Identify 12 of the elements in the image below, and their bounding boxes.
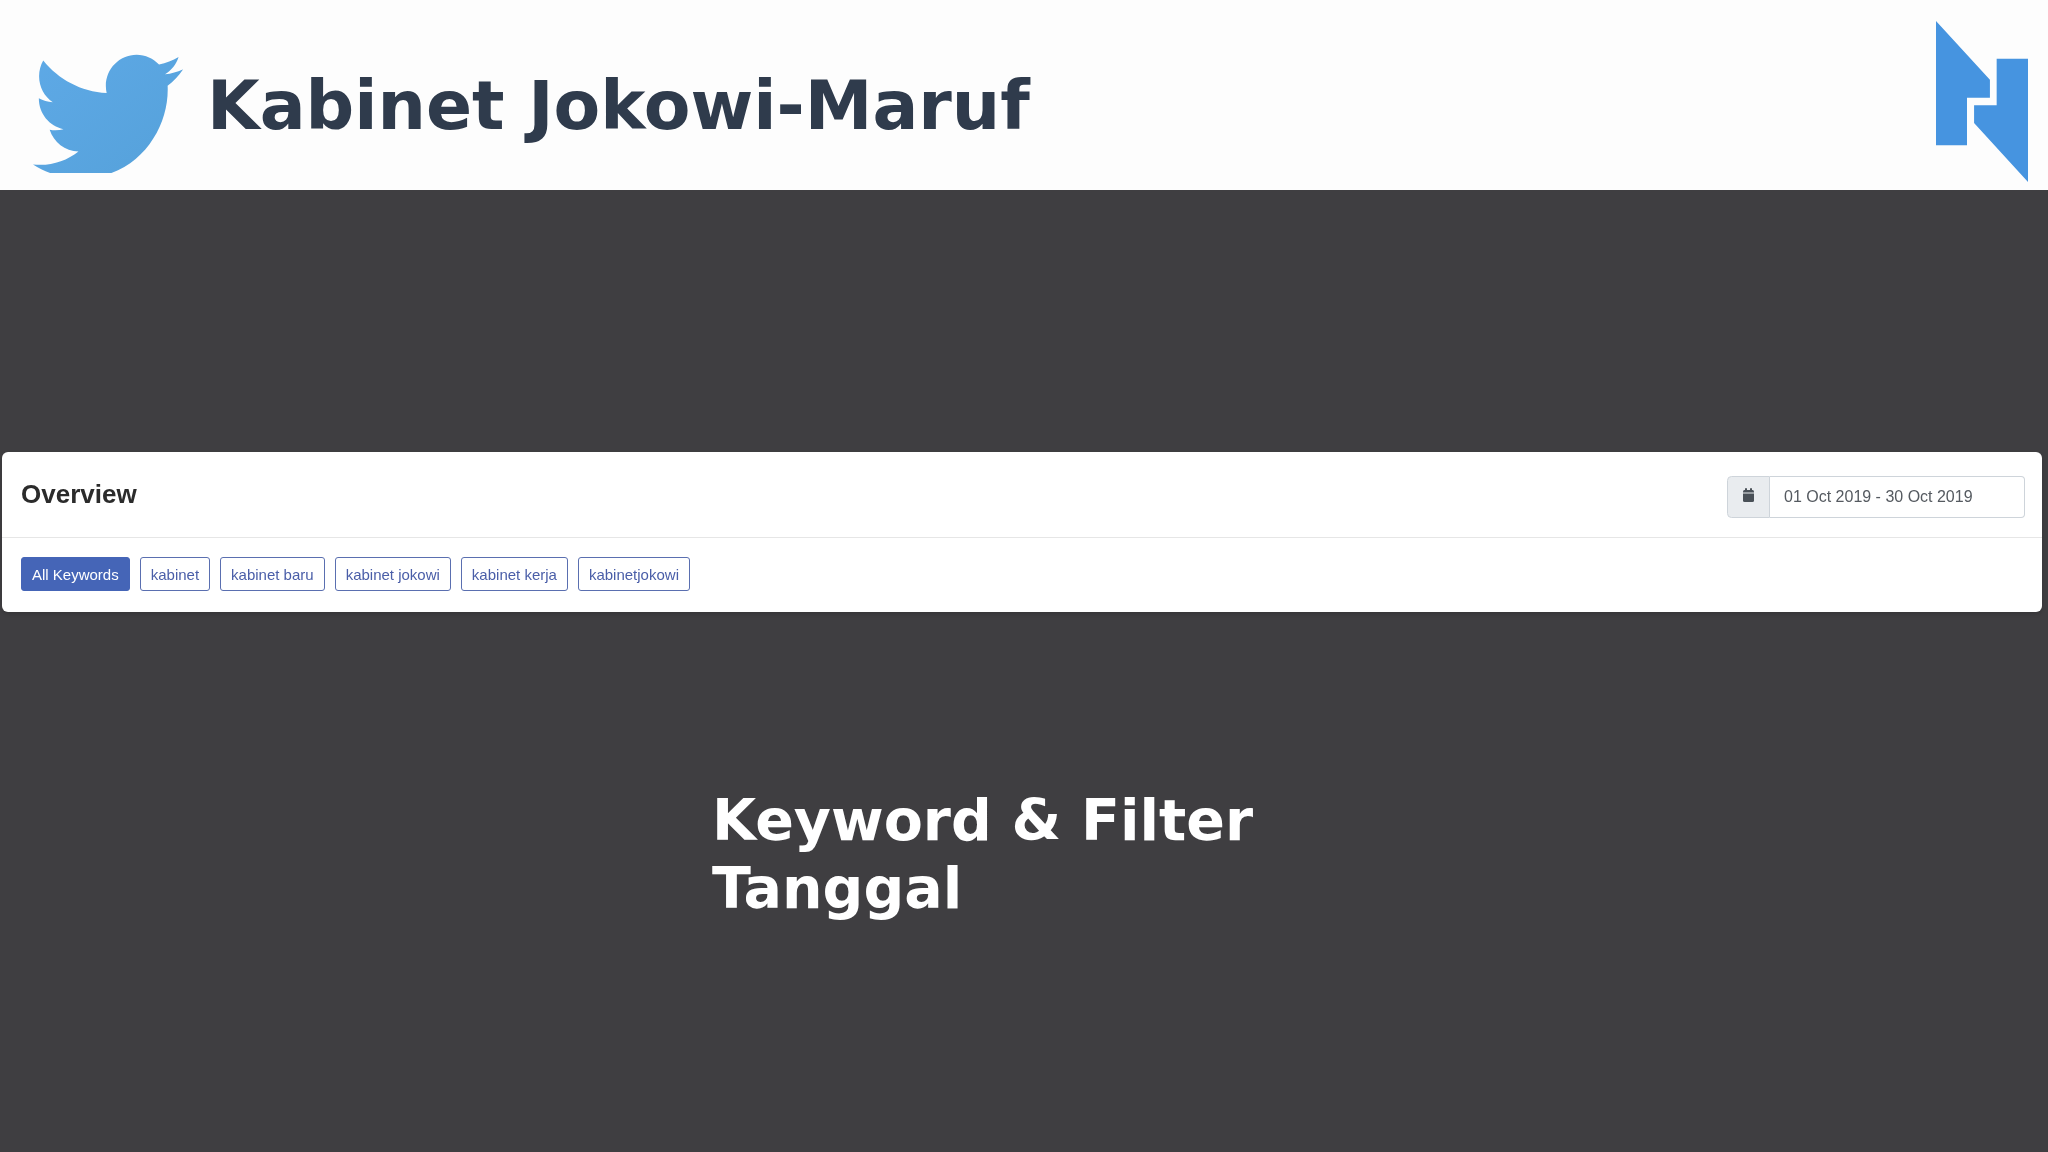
keyword-filter-button[interactable]: kabinet <box>139 557 211 591</box>
keyword-filter-button[interactable]: kabinet jokowi <box>334 557 451 591</box>
calendar-icon <box>1727 476 1770 518</box>
caption-text: Keyword & Filter Tanggal <box>712 786 1255 922</box>
page-title: Kabinet Jokowi-Maruf <box>207 66 1030 145</box>
overview-title: Overview <box>21 479 137 510</box>
letter-n-logo-icon <box>1936 21 2028 182</box>
keyword-filter-button[interactable]: kabinet kerja <box>460 557 568 591</box>
date-range-field[interactable]: 01 Oct 2019 - 30 Oct 2019 <box>1770 476 2025 518</box>
keyword-filter-button[interactable]: kabinet baru <box>220 557 325 591</box>
keyword-filter-button[interactable]: All Keywords <box>21 557 130 591</box>
keyword-filter-button[interactable]: kabinetjokowi <box>577 557 690 591</box>
